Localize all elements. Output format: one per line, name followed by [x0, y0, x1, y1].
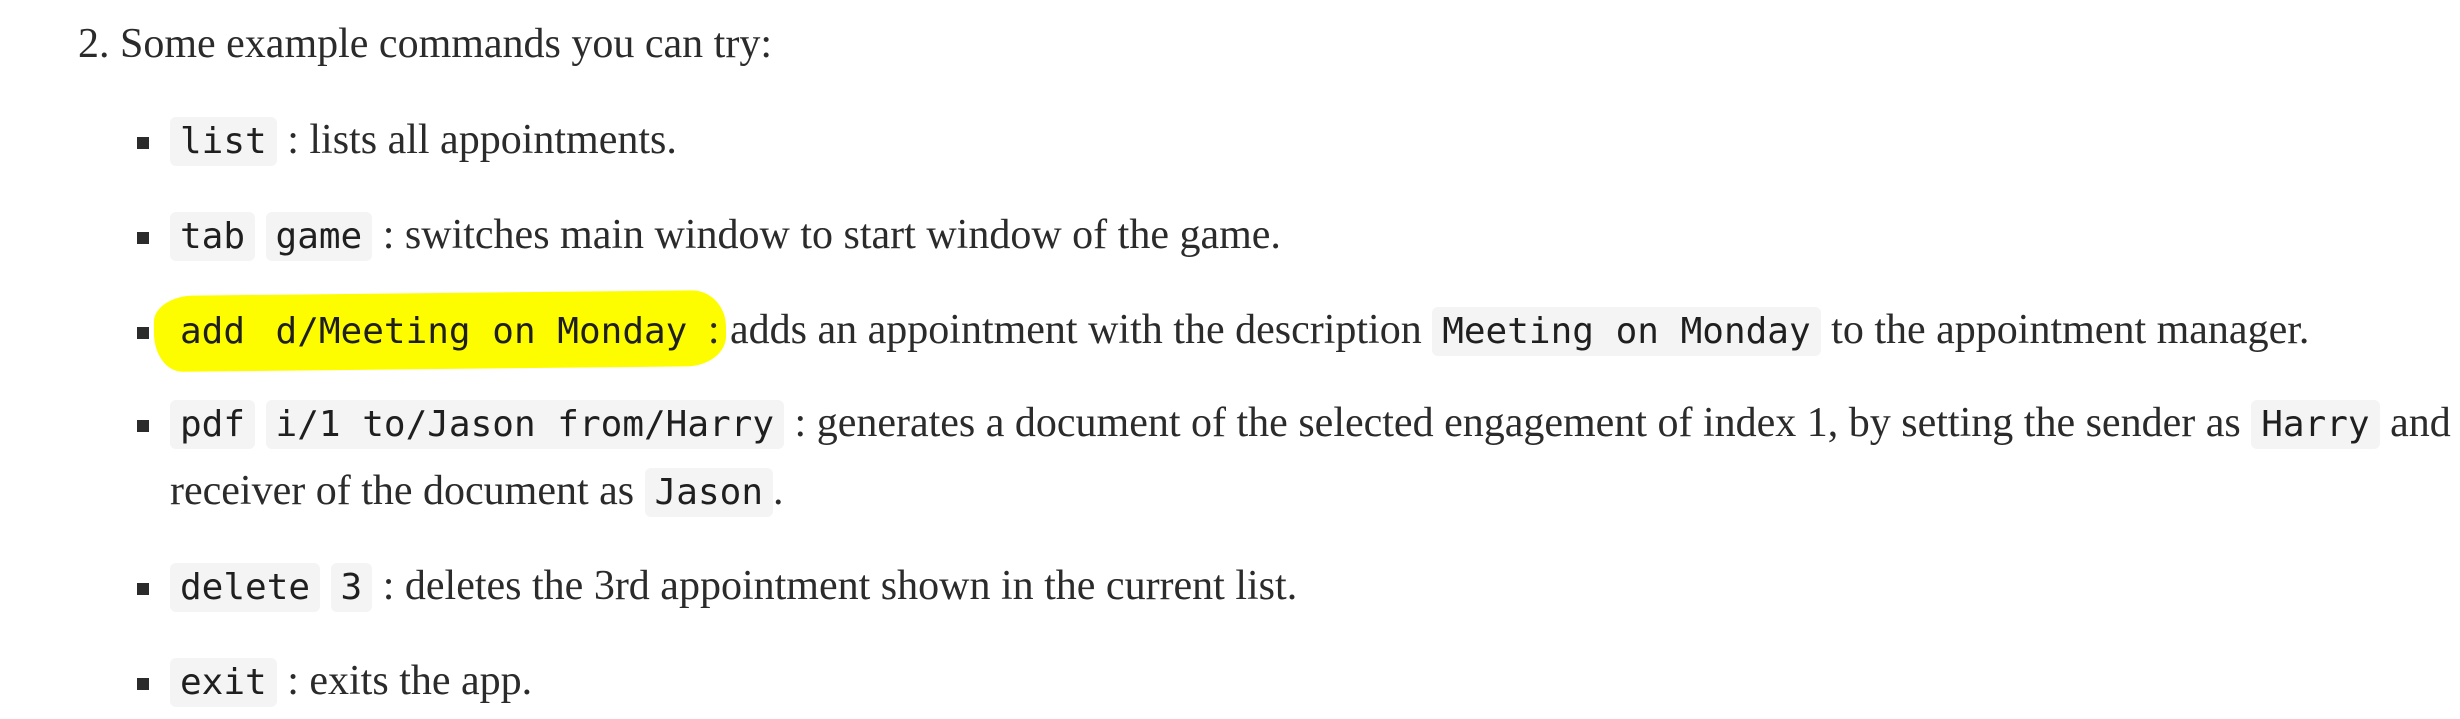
- list-item-content: tab game : switches main window to start…: [170, 203, 1281, 269]
- bullet-icon: [137, 420, 149, 432]
- list-item-continuation: receiver of the document as Jason.: [170, 459, 784, 525]
- command-code: pdf: [170, 400, 256, 449]
- section-heading: 2. Some example commands you can try:: [78, 21, 773, 67]
- command-code: tab: [170, 212, 256, 261]
- bullet-icon: [137, 678, 149, 690]
- list-item-content: delete 3 : deletes the 3rd appointment s…: [170, 554, 1297, 620]
- list-item-content: exit : exits the app.: [170, 649, 532, 715]
- command-description: : adds an appointment with the descripti…: [707, 307, 1422, 353]
- bullet-icon: [137, 232, 149, 244]
- command-description: .: [773, 468, 784, 514]
- command-description: receiver of the document as: [170, 468, 635, 514]
- command-description: to the appointment manager.: [1831, 307, 2310, 353]
- bullet-icon: [137, 137, 149, 149]
- inline-code: Harry: [2251, 400, 2380, 449]
- command-description: : generates a document of the selected e…: [794, 400, 2241, 446]
- command-code: game: [265, 212, 373, 261]
- command-description: : exits the app.: [287, 658, 533, 704]
- command-code: add: [180, 311, 246, 352]
- command-code: exit: [170, 658, 277, 707]
- command-description: : switches main window to start window o…: [382, 212, 1281, 258]
- inline-code: Jason: [644, 468, 773, 517]
- command-code: list: [170, 117, 277, 166]
- command-code: d/Meeting on Monday: [275, 311, 688, 352]
- inline-code: Meeting on Monday: [1432, 307, 1821, 356]
- command-description: : lists all appointments.: [287, 117, 677, 163]
- list-item-content: pdf i/1 to/Jason from/Harry : generates …: [170, 391, 2451, 457]
- command-code: 3: [330, 563, 373, 612]
- bullet-icon: [137, 583, 149, 595]
- bullet-icon: [137, 327, 149, 339]
- command-description: : deletes the 3rd appointment shown in t…: [382, 563, 1298, 609]
- document: 2. Some example commands you can try: li…: [0, 0, 2460, 719]
- list-item-content: add d/Meeting on Monday : adds an appoin…: [170, 298, 2309, 364]
- command-code: delete: [170, 563, 321, 612]
- command-code: i/1 to/Jason from/Harry: [265, 400, 785, 449]
- list-item-content: list : lists all appointments.: [170, 108, 677, 174]
- command-description: and: [2390, 400, 2451, 446]
